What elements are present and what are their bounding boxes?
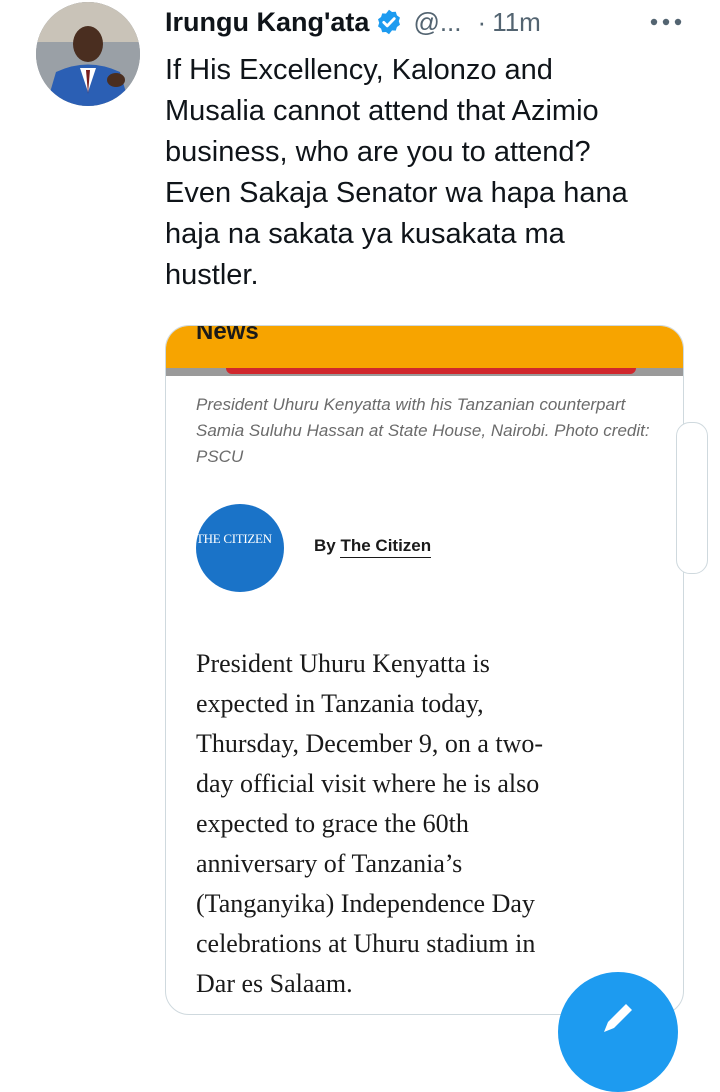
publisher-logo-text: THE CITIZEN [196,531,272,546]
photo-fragment [226,368,636,374]
publisher-logo: THE CITIZEN [196,504,284,592]
timestamp[interactable]: 11m [492,7,541,38]
profile-photo [36,2,140,106]
tweet-header: Irungu Kang'ata @... · 11m [165,6,541,38]
separator-dot: · [477,6,487,37]
photo-caption: President Uhuru Kenyatta with his Tanzan… [196,395,650,466]
author-handle[interactable]: @... [413,7,461,38]
banner-label: News [196,325,259,345]
avatar[interactable] [36,2,140,106]
compose-icon [604,1004,632,1032]
more-options-icon[interactable] [648,10,684,34]
tweet-text: If His Excellency, Kalonzo and Musalia c… [165,54,628,291]
verified-badge-icon [378,9,401,35]
byline: By The Citizen [314,536,432,558]
byline-author-link[interactable]: The Citizen [340,536,432,558]
byline-prefix: By [314,536,336,555]
compose-button[interactable] [558,972,678,1092]
link-preview-card[interactable]: News President Uhuru Kenyatta with his T… [165,325,684,1015]
article-text: President Uhuru Kenyatta is expected in … [196,649,544,998]
adjacent-card-edge [676,422,708,574]
card-banner: News [166,326,683,368]
author-name[interactable]: Irungu Kang'ata [165,7,369,38]
